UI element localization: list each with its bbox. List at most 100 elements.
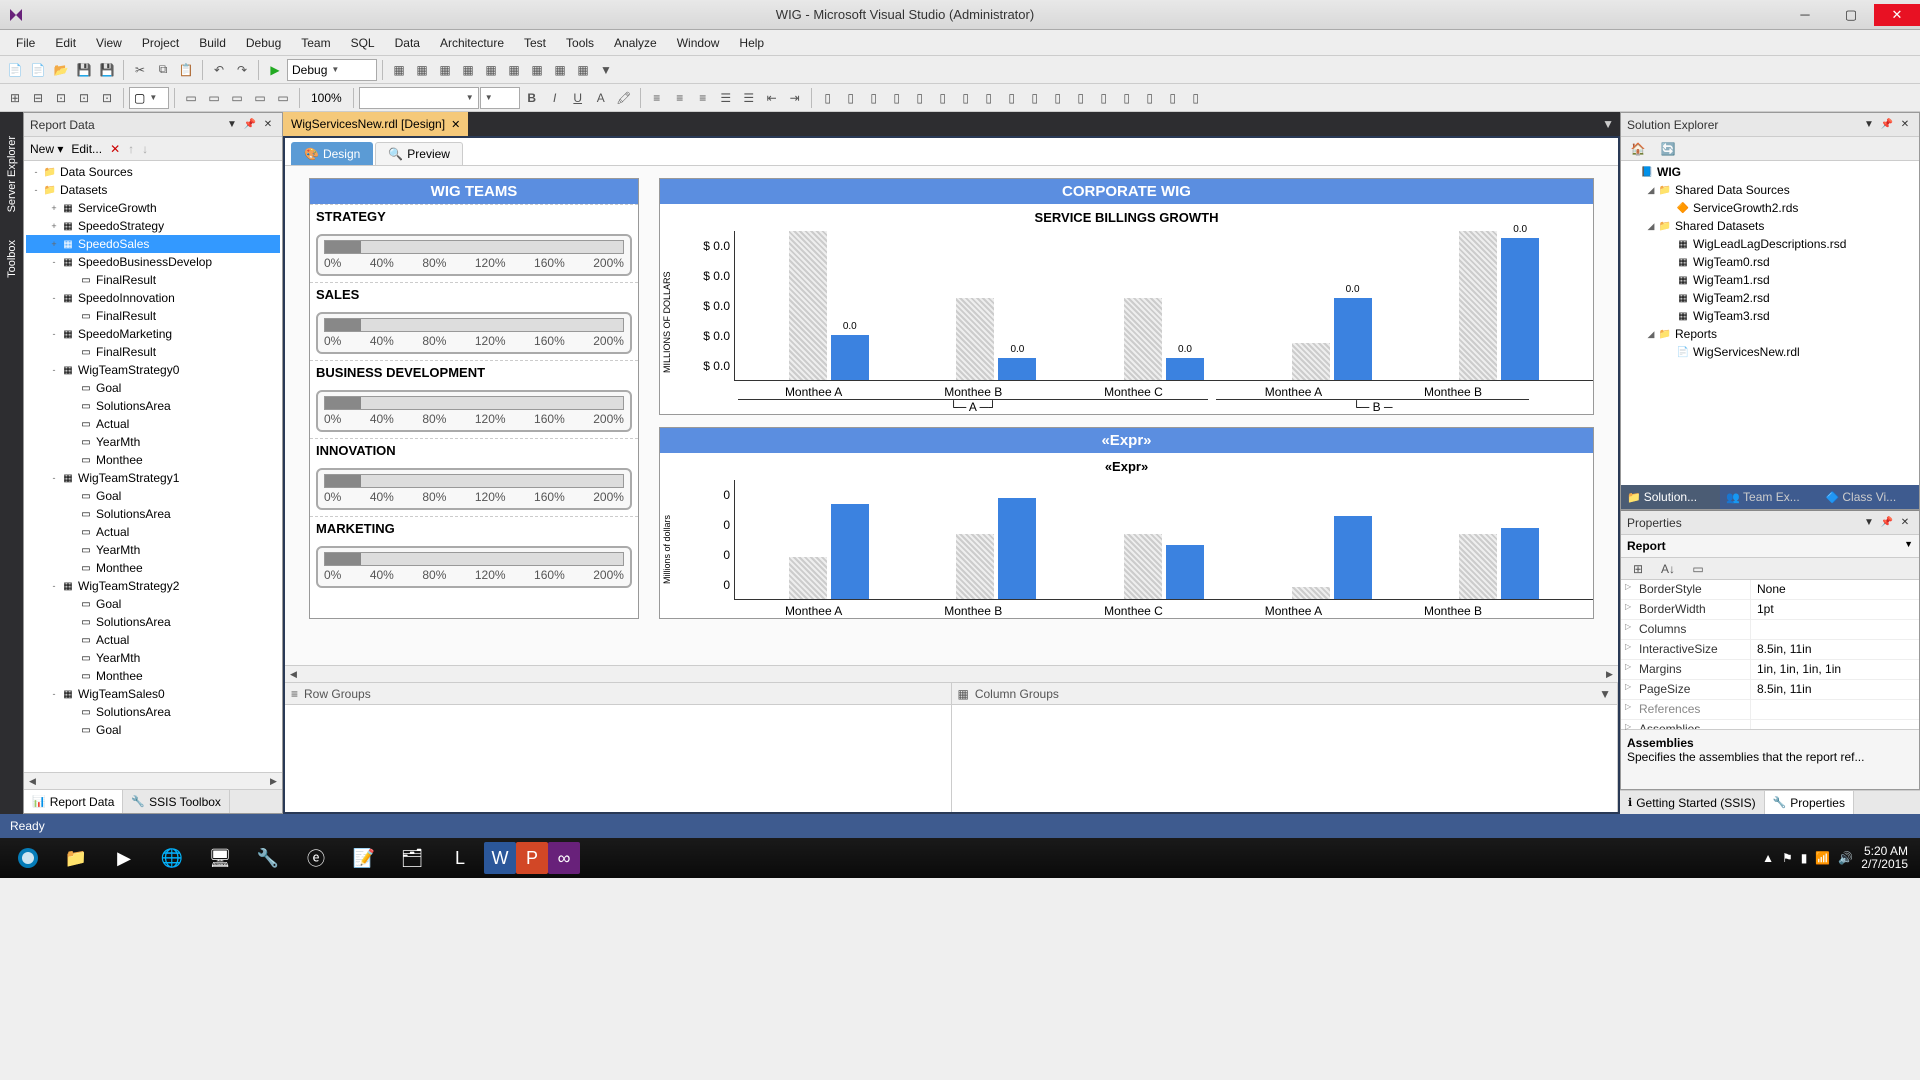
document-tab[interactable]: WigServicesNew.rdl [Design] ✕ [283,112,468,136]
tree-node[interactable]: ▭FinalResult [26,343,280,361]
font-select[interactable]: ▼ [359,87,479,109]
scrollbar-h[interactable]: ◀▶ [24,772,282,789]
forecolor-icon[interactable]: A [590,87,612,109]
tree-node[interactable]: -▦WigTeamSales0 [26,685,280,703]
tool-icon[interactable]: ▦ [388,59,410,81]
new-project-icon[interactable]: 📄 [4,59,26,81]
close-tab-icon[interactable]: ✕ [451,118,460,131]
designer-scrollbar-h[interactable]: ◀▶ [285,665,1618,682]
property-row[interactable]: ▷InteractiveSize 8.5in, 11in [1621,640,1919,660]
down-icon[interactable]: ↓ [142,142,148,156]
tool-icon[interactable]: ▦ [549,59,571,81]
tool-icon[interactable]: ▦ [526,59,548,81]
close-icon[interactable]: ✕ [260,117,276,133]
layout-icon[interactable]: ▯ [932,87,954,109]
dropdown-icon[interactable]: ▼ [224,117,240,133]
tree-node[interactable]: ▭YearMth [26,541,280,559]
chrome-icon[interactable]: 🌐 [148,839,196,877]
vs-icon[interactable]: ∞ [548,842,580,874]
tree-node[interactable]: +▦ServiceGrowth [26,199,280,217]
team-explorer-tab[interactable]: 👥 Team Ex... [1720,485,1819,509]
tree-node[interactable]: ▭Goal [26,487,280,505]
layout-icon[interactable]: ▯ [817,87,839,109]
word-icon[interactable]: W [484,842,516,874]
undo-icon[interactable]: ↶ [208,59,230,81]
layout-icon[interactable]: ▯ [1093,87,1115,109]
menu-help[interactable]: Help [729,33,774,53]
property-row[interactable]: ▷References [1621,700,1919,720]
tree-node[interactable]: 📘WIG [1623,163,1917,181]
config-select[interactable]: Debug ▼ [287,59,377,81]
menu-project[interactable]: Project [132,33,189,53]
tree-node[interactable]: +▦SpeedoSales [26,235,280,253]
list-icon[interactable]: ☰ [738,87,760,109]
align-right-icon[interactable]: ≡ [692,87,714,109]
design-surface[interactable]: WIG TEAMS STRATEGY 0%40%80%120%160%200% … [285,166,1618,665]
align-center-icon[interactable]: ≡ [669,87,691,109]
pin-icon[interactable]: 📌 [1879,515,1895,531]
layout-icon[interactable]: ▯ [1116,87,1138,109]
menu-view[interactable]: View [86,33,132,53]
tree-node[interactable]: ◢📁Shared Datasets [1623,217,1917,235]
menu-debug[interactable]: Debug [236,33,291,53]
open-file-icon[interactable]: 📂 [50,59,72,81]
report-data-tree[interactable]: -📁Data Sources-📁Datasets+▦ServiceGrowth+… [24,161,282,772]
tool-icon[interactable]: ▦ [503,59,525,81]
tree-node[interactable]: -▦SpeedoInnovation [26,289,280,307]
app-icon[interactable]: 🔧 [244,839,292,877]
menu-sql[interactable]: SQL [341,33,385,53]
ssis-toolbox-tab[interactable]: 🔧 SSIS Toolbox [123,790,230,813]
dropdown-icon[interactable]: ▼ [1861,117,1877,133]
tree-node[interactable]: ▭Goal [26,379,280,397]
minimize-button[interactable]: ─ [1782,4,1828,26]
property-row[interactable]: ▷PageSize 8.5in, 11in [1621,680,1919,700]
properties-tab[interactable]: 🔧 Properties [1765,791,1854,814]
tree-node[interactable]: -▦WigTeamStrategy0 [26,361,280,379]
tool-icon[interactable]: ▦ [480,59,502,81]
tree-node[interactable]: ▭Goal [26,721,280,739]
layout-icon[interactable]: ▯ [1047,87,1069,109]
layout-icon[interactable]: ▯ [1070,87,1092,109]
tree-node[interactable]: ▭YearMth [26,433,280,451]
tool-icon[interactable]: ▦ [411,59,433,81]
tree-node[interactable]: ▭Monthee [26,667,280,685]
ie-icon[interactable]: ⓔ [292,839,340,877]
solution-tab[interactable]: 📁 Solution... [1621,485,1720,509]
tool-icon[interactable]: ▭ [272,87,294,109]
media-player-icon[interactable]: ▶ [100,839,148,877]
backcolor-icon[interactable]: 🖍 [613,87,635,109]
tree-node[interactable]: ▭Monthee [26,559,280,577]
menu-team[interactable]: Team [291,33,340,53]
up-icon[interactable]: ↑ [128,142,134,156]
tree-node[interactable]: ▭Actual [26,523,280,541]
tool-icon[interactable]: ⊡ [50,87,72,109]
redo-icon[interactable]: ↷ [231,59,253,81]
tree-node[interactable]: ▦WigTeam1.rsd [1623,271,1917,289]
categorize-icon[interactable]: ⊞ [1627,558,1649,580]
tree-node[interactable]: ▦WigTeam3.rsd [1623,307,1917,325]
layout-icon[interactable]: ▯ [840,87,862,109]
indent-icon[interactable]: ⇥ [784,87,806,109]
layout-icon[interactable]: ▯ [909,87,931,109]
design-tab[interactable]: 🎨 Design [291,142,373,165]
notepad-icon[interactable]: 📝 [340,839,388,877]
class-view-tab[interactable]: 🔷 Class Vi... [1820,485,1919,509]
paste-icon[interactable]: 📋 [175,59,197,81]
menu-file[interactable]: File [6,33,45,53]
bold-icon[interactable]: B [521,87,543,109]
lync-icon[interactable]: L [436,839,484,877]
expr-panel[interactable]: «Expr» «Expr» Millions of dollars 0000 [659,427,1594,619]
toolbox-tab[interactable]: Toolbox [4,236,20,282]
tree-node[interactable]: ▭Monthee [26,451,280,469]
tree-node[interactable]: -📁Data Sources [26,163,280,181]
app-icon[interactable]: 🖥 [196,839,244,877]
tool-icon[interactable]: ▭ [249,87,271,109]
underline-icon[interactable]: U [567,87,589,109]
tree-node[interactable]: ◢📁Shared Data Sources [1623,181,1917,199]
tree-node[interactable]: -▦WigTeamStrategy1 [26,469,280,487]
preview-tab[interactable]: 🔍 Preview [375,142,463,165]
wifi-icon[interactable]: 📶 [1815,851,1830,865]
tree-node[interactable]: ▭SolutionsArea [26,505,280,523]
layout-icon[interactable]: ▯ [886,87,908,109]
tool-icon[interactable]: ⊞ [4,87,26,109]
